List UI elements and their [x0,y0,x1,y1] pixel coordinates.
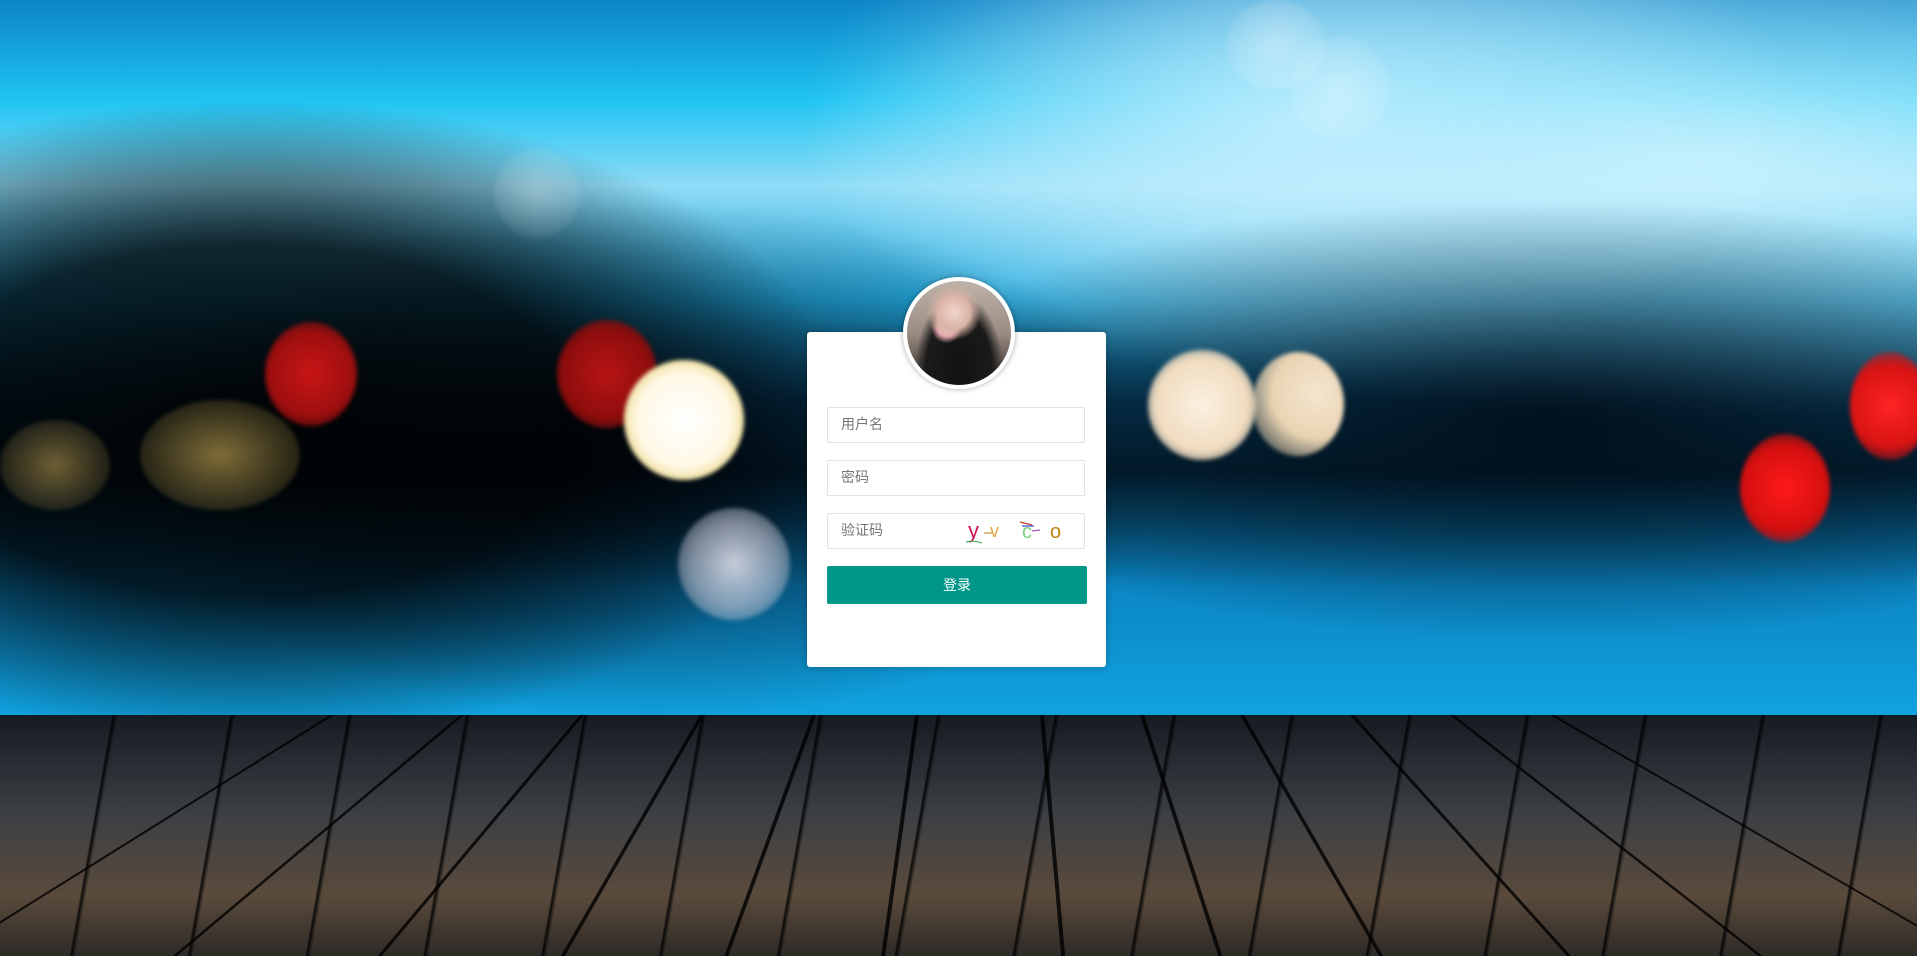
background-bokeh-light [1252,352,1344,456]
captcha-image[interactable]: y v c o [964,517,1074,545]
background-bokeh-light [678,508,790,620]
floor-plank-seam [881,715,919,956]
floor-plank-seam [560,715,704,956]
svg-text:y: y [968,518,979,543]
floor-plank-seam [1450,715,1763,956]
login-page: y v c o 登录 [0,0,1917,956]
floor-plank-seam [1240,715,1384,956]
background-bokeh-light [0,420,110,510]
background-bokeh-light [624,360,744,480]
floor-plank-seam [724,715,816,956]
captcha-input[interactable] [828,514,958,548]
background-bokeh-light [140,400,300,510]
password-input[interactable] [828,461,1084,495]
captcha-field[interactable]: y v c o [827,513,1085,549]
username-input[interactable] [828,408,1084,442]
floor-plank-seam [377,715,584,956]
svg-text:v: v [990,521,999,541]
floor-plank-seam [0,715,335,956]
floor-plank-seam [172,715,464,956]
username-field[interactable] [827,407,1085,443]
background-bokeh-light [494,148,580,238]
floor-plank-seam [1140,715,1223,956]
password-field[interactable] [827,460,1085,496]
floor-plank-seam [1040,715,1066,956]
background-bokeh-light [1148,350,1256,460]
background-wooden-floor [0,715,1917,956]
floor-plank-seam [1350,715,1571,956]
svg-text:o: o [1050,521,1061,543]
background-bokeh-light [265,322,357,426]
user-avatar [903,277,1015,389]
login-button[interactable]: 登录 [827,566,1087,604]
background-bokeh-light [1290,36,1390,140]
background-bokeh-light [1740,434,1830,542]
